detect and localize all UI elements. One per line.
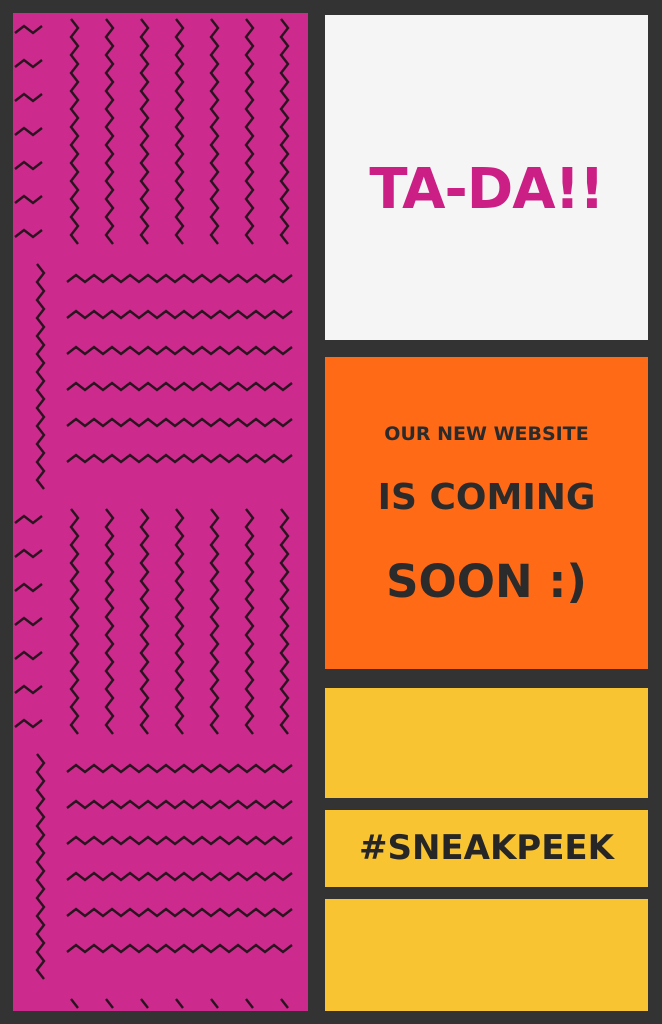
zigzag-line [209, 508, 220, 735]
zigzag-line [14, 514, 43, 525]
zigzag-line [14, 616, 43, 627]
zigzag-line [70, 998, 79, 1009]
zigzag-line [66, 799, 293, 810]
hashtag-box: #SNEAKPEEK [325, 810, 648, 887]
zigzag-line [69, 18, 80, 245]
zigzag-line [105, 998, 114, 1009]
zigzag-line [66, 273, 293, 284]
announcement-line-3: SOON :) [386, 555, 587, 608]
zigzag-line [14, 684, 43, 695]
zigzag-line [14, 92, 43, 103]
yellow-block-bottom [325, 899, 648, 1011]
announcement-box: OUR NEW WEBSITE IS COMING SOON :) [325, 357, 648, 669]
headline-text: TA-DA!! [369, 157, 604, 222]
zigzag-line [66, 907, 293, 918]
zigzag-line [140, 998, 149, 1009]
announcement-line-2: IS COMING [377, 477, 596, 518]
zigzag-line [69, 508, 80, 735]
announcement-line-1: OUR NEW WEBSITE [384, 423, 589, 445]
zigzag-line [14, 718, 43, 729]
zigzag-line [35, 263, 46, 490]
zigzag-line [174, 508, 185, 735]
zigzag-line [245, 998, 254, 1009]
zigzag-pattern-panel [13, 13, 308, 1011]
zigzag-line [66, 871, 293, 882]
zigzag-line [14, 548, 43, 559]
zigzag-line [139, 508, 150, 735]
zigzag-line [66, 309, 293, 320]
zigzag-pattern-icon [14, 18, 293, 1009]
headline-box: TA-DA!! [325, 15, 648, 340]
zigzag-line [66, 381, 293, 392]
yellow-block-top [325, 688, 648, 798]
zigzag-line [209, 18, 220, 245]
zigzag-line [279, 18, 290, 245]
zigzag-line [66, 763, 293, 774]
zigzag-line [66, 943, 293, 954]
zigzag-line [14, 160, 43, 171]
zigzag-line [66, 835, 293, 846]
zigzag-line [104, 18, 115, 245]
zigzag-line [14, 228, 43, 239]
zigzag-line [14, 194, 43, 205]
hashtag-text: #SNEAKPEEK [358, 828, 615, 868]
poster: TA-DA!! OUR NEW WEBSITE IS COMING SOON :… [0, 0, 662, 1024]
zigzag-line [66, 345, 293, 356]
zigzag-line [66, 453, 293, 464]
zigzag-line [139, 18, 150, 245]
zigzag-line [244, 508, 255, 735]
zigzag-line [66, 417, 293, 428]
zigzag-line [14, 650, 43, 661]
zigzag-line [104, 508, 115, 735]
zigzag-line [280, 998, 289, 1009]
zigzag-line [175, 998, 184, 1009]
zigzag-line [174, 18, 185, 245]
zigzag-line [14, 58, 43, 69]
zigzag-line [244, 18, 255, 245]
zigzag-line [14, 24, 43, 35]
zigzag-line [35, 753, 46, 980]
zigzag-line [279, 508, 290, 735]
zigzag-line [14, 582, 43, 593]
zigzag-line [14, 126, 43, 137]
zigzag-line [210, 998, 219, 1009]
